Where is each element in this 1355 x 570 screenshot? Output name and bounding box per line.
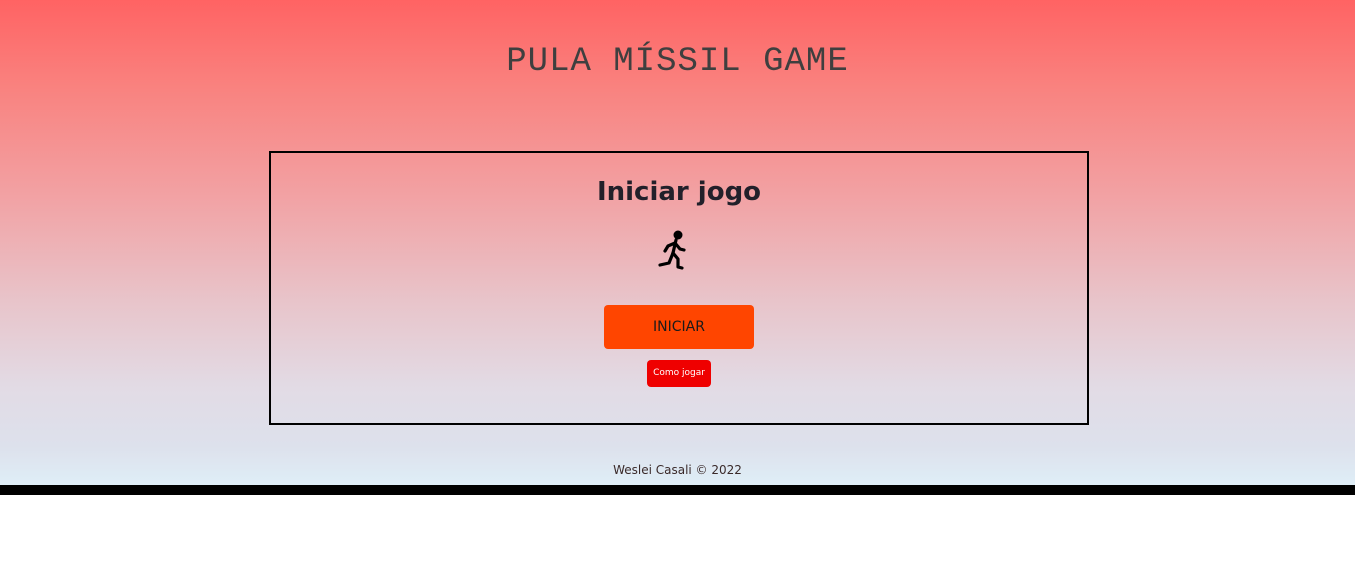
start-button[interactable]: INICIAR bbox=[604, 305, 754, 349]
panel-heading: Iniciar jogo bbox=[596, 177, 762, 207]
page-background: PULA MÍSSIL GAME Iniciar jogo INICIAR Co… bbox=[0, 0, 1355, 485]
start-game-panel: Iniciar jogo INICIAR Como jogar bbox=[269, 151, 1089, 425]
bottom-bar bbox=[0, 485, 1355, 495]
running-person-icon bbox=[658, 230, 686, 270]
page-title: PULA MÍSSIL GAME bbox=[506, 43, 849, 81]
how-to-play-button[interactable]: Como jogar bbox=[647, 360, 711, 387]
footer-credit: Weslei Casali © 2022 bbox=[613, 463, 742, 477]
